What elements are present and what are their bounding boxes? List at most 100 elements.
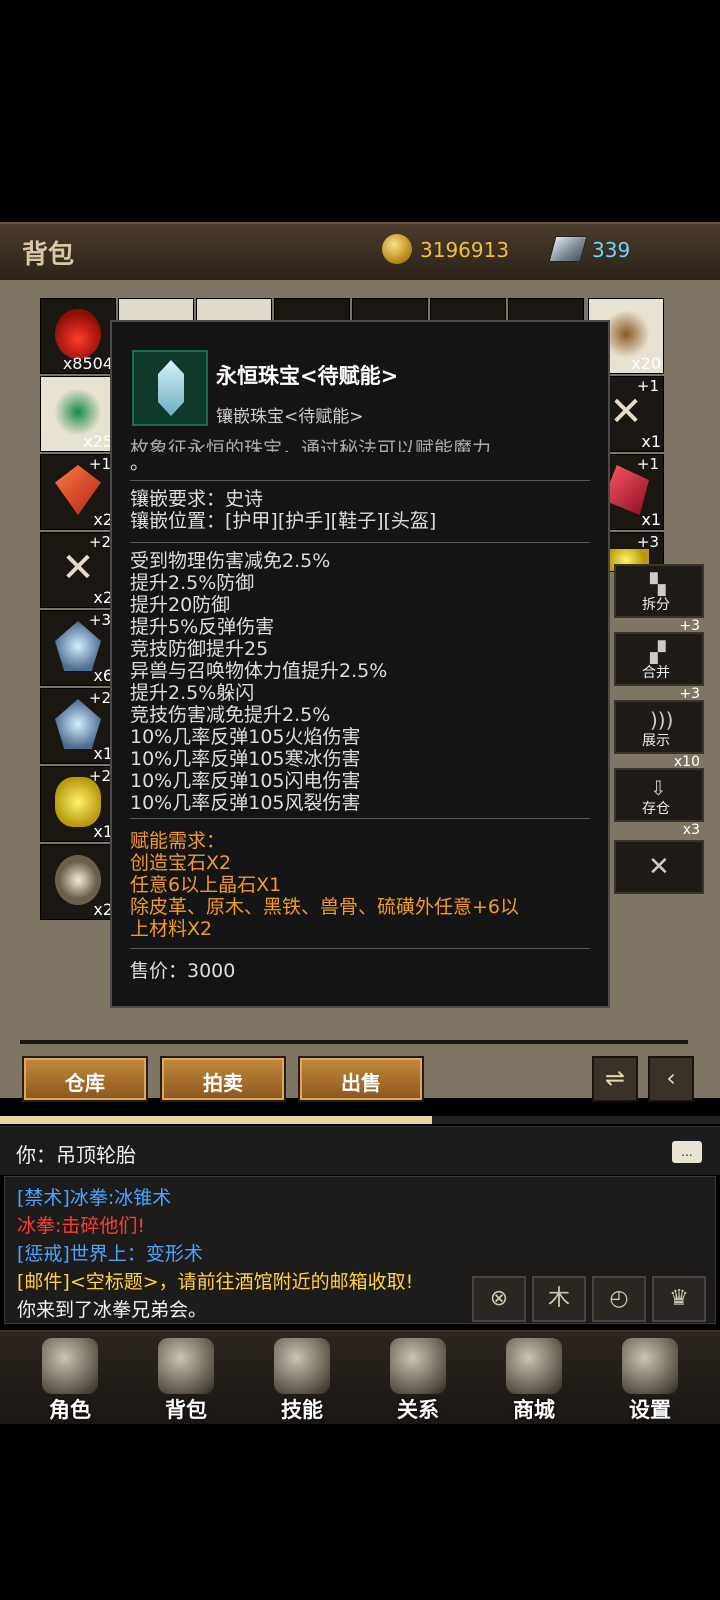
nav-settings[interactable]: 设置	[592, 1332, 708, 1424]
iron-ingot-icon	[548, 236, 588, 262]
stat-line: 受到物理伤害减免2.5%	[130, 550, 331, 572]
inventory-slot-red-gem[interactable]: +1 x2	[40, 454, 116, 530]
inventory-slot-scroll[interactable]: x25	[40, 376, 116, 452]
slot-plus: +2	[88, 767, 111, 785]
store-label: 存仓	[642, 801, 670, 817]
chat-self-message: 你：吊顶轮胎	[16, 1143, 136, 1167]
inventory-slot-sulfur[interactable]: +2 x1	[40, 766, 116, 842]
crosshair-icon: ⊗	[489, 1286, 509, 1311]
chest-icon	[506, 1338, 562, 1394]
divider	[130, 480, 590, 481]
wood-icon: 木	[547, 1286, 570, 1311]
stat-line: 提升5%反弹伤害	[130, 616, 275, 638]
stat-line: 10%几率反弹105闪电伤害	[130, 770, 361, 792]
auction-label: 拍卖	[203, 1071, 243, 1095]
chat-line: 冰拳:击碎他们!	[17, 1215, 146, 1237]
nav-shop[interactable]: 商城	[476, 1332, 592, 1424]
inventory-slot-potion[interactable]: x8504	[40, 298, 116, 374]
chat-line: [禁术]冰拳:冰锥术	[17, 1187, 172, 1209]
warehouse-label: 仓库	[65, 1071, 105, 1095]
slot-plus: +1	[636, 455, 659, 473]
chat-line: 你来到了冰拳兄弟会。	[17, 1299, 208, 1321]
divider	[130, 818, 590, 819]
slot-plus: +2	[88, 689, 111, 707]
back-arrow-icon: ‹	[666, 1064, 676, 1092]
inventory-slot-bones[interactable]: ✕ +2 x2	[40, 532, 116, 608]
potion-icon	[55, 309, 101, 359]
crosshair-button[interactable]: ⊗	[472, 1276, 526, 1322]
stat-line: 10%几率反弹105风裂伤害	[130, 792, 361, 814]
sell-button[interactable]: 出售	[298, 1056, 424, 1102]
split-button[interactable]: ▚ 拆分	[614, 564, 704, 618]
empower-line: 创造宝石X2	[130, 852, 232, 874]
skill-book-icon	[274, 1338, 330, 1394]
chat-input-bar[interactable]: 你：吊顶轮胎 ...	[0, 1126, 720, 1175]
slot-count: x10	[673, 754, 700, 770]
chat-bubble-icon[interactable]: ...	[672, 1141, 702, 1163]
divider	[130, 542, 590, 543]
slot-count: x1	[641, 510, 661, 529]
sort-button[interactable]: ⇌	[592, 1056, 638, 1102]
close-icon: ✕	[648, 852, 670, 882]
merge-button[interactable]: ▞ 合并 +3	[614, 618, 704, 686]
jewel-icon	[132, 350, 208, 426]
stat-line: 提升2.5%躲闪	[130, 682, 255, 704]
stat-line: 竞技伤害减免提升2.5%	[130, 704, 331, 726]
inventory-slot-rune-stone[interactable]: x2	[40, 844, 116, 920]
nav-character[interactable]: 角色	[12, 1332, 128, 1424]
slot-count: x1	[641, 432, 661, 451]
inventory-slot-ice-crystal-2[interactable]: +2 x1	[40, 688, 116, 764]
trophy-button[interactable]: ♛	[652, 1276, 706, 1322]
nav-backpack[interactable]: 背包	[128, 1332, 244, 1424]
stat-line: 10%几率反弹105火焰伤害	[130, 726, 361, 748]
warehouse-button[interactable]: 仓库	[22, 1056, 148, 1102]
progress-strip	[0, 1116, 720, 1124]
store-button[interactable]: ⇩ 存仓 x10 x3	[614, 754, 704, 838]
nav-relations-label: 关系	[397, 1398, 439, 1422]
helmet-icon	[42, 1338, 98, 1394]
stat-line: 10%几率反弹105寒冰伤害	[130, 748, 361, 770]
split-icon: ▚	[650, 572, 666, 596]
nav-character-label: 角色	[49, 1398, 91, 1422]
item-name: 永恒珠宝<待赋能>	[216, 364, 399, 388]
merge-label: 合并	[642, 665, 670, 681]
slot-plus: +3	[679, 686, 700, 702]
progress-fill	[0, 1116, 432, 1124]
inventory-header: 背包 3196913 339	[0, 222, 720, 282]
slot-plus: +1	[88, 455, 111, 473]
empower-line: 任意6以上晶石X1	[130, 874, 282, 896]
split-label: 拆分	[642, 597, 670, 613]
empower-line: 赋能需求：	[130, 830, 226, 852]
auction-button[interactable]: 拍卖	[160, 1056, 286, 1102]
gear-icon	[622, 1338, 678, 1394]
broadcast-label: 展示	[642, 733, 670, 749]
gold-amount: 3196913	[420, 238, 510, 262]
socket-requirement: 镶嵌要求：史诗	[130, 488, 264, 510]
nav-skills[interactable]: 技能	[244, 1332, 360, 1424]
chat-line: [邮件]<空标题>，请前往酒馆附近的邮箱收取!	[17, 1271, 414, 1293]
store-icon: ⇩	[650, 776, 667, 800]
nav-settings-label: 设置	[629, 1398, 671, 1422]
divider	[20, 1040, 688, 1044]
back-button[interactable]: ‹	[648, 1056, 694, 1102]
backpack-icon	[158, 1338, 214, 1394]
stat-line: 异兽与召唤物体力值提升2.5%	[130, 660, 388, 682]
inventory-slot-ice-crystal[interactable]: +3 x6	[40, 610, 116, 686]
nav-skills-label: 技能	[281, 1398, 323, 1422]
chat-line: [惩戒]世界上：变形术	[17, 1243, 203, 1265]
trophy-icon: ♛	[669, 1286, 689, 1311]
stat-line: 竞技防御提升25	[130, 638, 269, 660]
slot-count: x3	[682, 822, 700, 838]
clock-button[interactable]: ◴	[592, 1276, 646, 1322]
nav-relations[interactable]: 关系	[360, 1332, 476, 1424]
slot-plus: +3	[88, 611, 111, 629]
page-title: 背包	[22, 240, 75, 270]
broadcast-button[interactable]: ))) 展示 +3	[614, 686, 704, 754]
close-button[interactable]: ✕	[614, 840, 704, 894]
merge-icon: ▞	[650, 640, 666, 664]
empower-line: 除皮革、原木、黑铁、兽骨、硫磺外任意+6以	[130, 896, 520, 918]
item-tooltip: 永恒珠宝<待赋能> 镶嵌珠宝<待赋能> 枚象征永恒的珠宝，通过秘法可以赋能魔力 …	[110, 320, 610, 1008]
sell-label: 出售	[341, 1071, 381, 1095]
slot-plus: +3	[636, 533, 659, 551]
wood-button[interactable]: 木	[532, 1276, 586, 1322]
